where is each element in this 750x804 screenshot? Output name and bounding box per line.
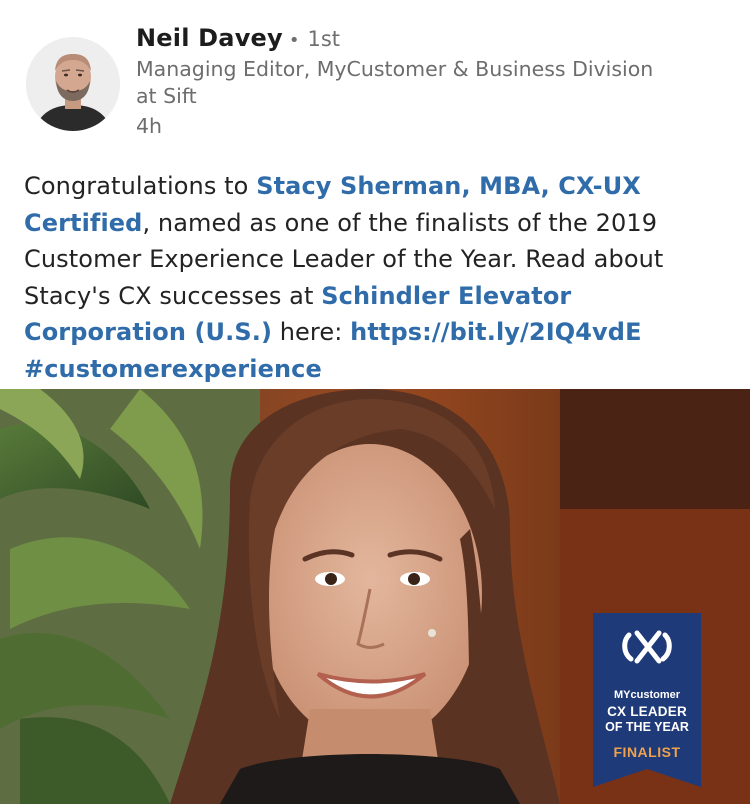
avatar-photo [26,37,120,131]
post-image[interactable]: MYcustomer CX LEADER OF THE YEAR FINALIS… [0,389,750,804]
post-hashtag[interactable]: #customerexperience [24,355,322,383]
linkedin-post: Neil Davey • 1st Managing Editor, MyCust… [0,0,750,804]
author-name[interactable]: Neil Davey [136,24,283,52]
badge-title-line2: OF THE YEAR [605,720,689,734]
post-text: Congratulations to Stacy Sherman, MBA, C… [24,168,729,387]
badge-brand: MYcustomer [613,689,681,701]
post-link[interactable]: https://bit.ly/2IQ4vdE [350,318,641,346]
post-text-intro: Congratulations to [24,172,257,200]
author-avatar[interactable] [26,37,120,131]
post-text-here: here: [272,318,351,346]
badge-finalist: FINALIST [613,744,681,760]
cx-leader-badge: MYcustomer CX LEADER OF THE YEAR FINALIS… [593,613,701,787]
author-info: Neil Davey • 1st Managing Editor, MyCust… [136,24,736,138]
post-timestamp: 4h [136,114,163,138]
connection-degree: 1st [307,27,341,51]
degree-separator: • [288,30,300,51]
post-header: Neil Davey • 1st Managing Editor, MyCust… [0,0,750,160]
author-headline: Managing Editor, MyCustomer & Business D… [136,57,654,108]
author-line: Neil Davey • 1st [136,24,736,52]
badge-title-line1: CX LEADER [607,704,687,719]
